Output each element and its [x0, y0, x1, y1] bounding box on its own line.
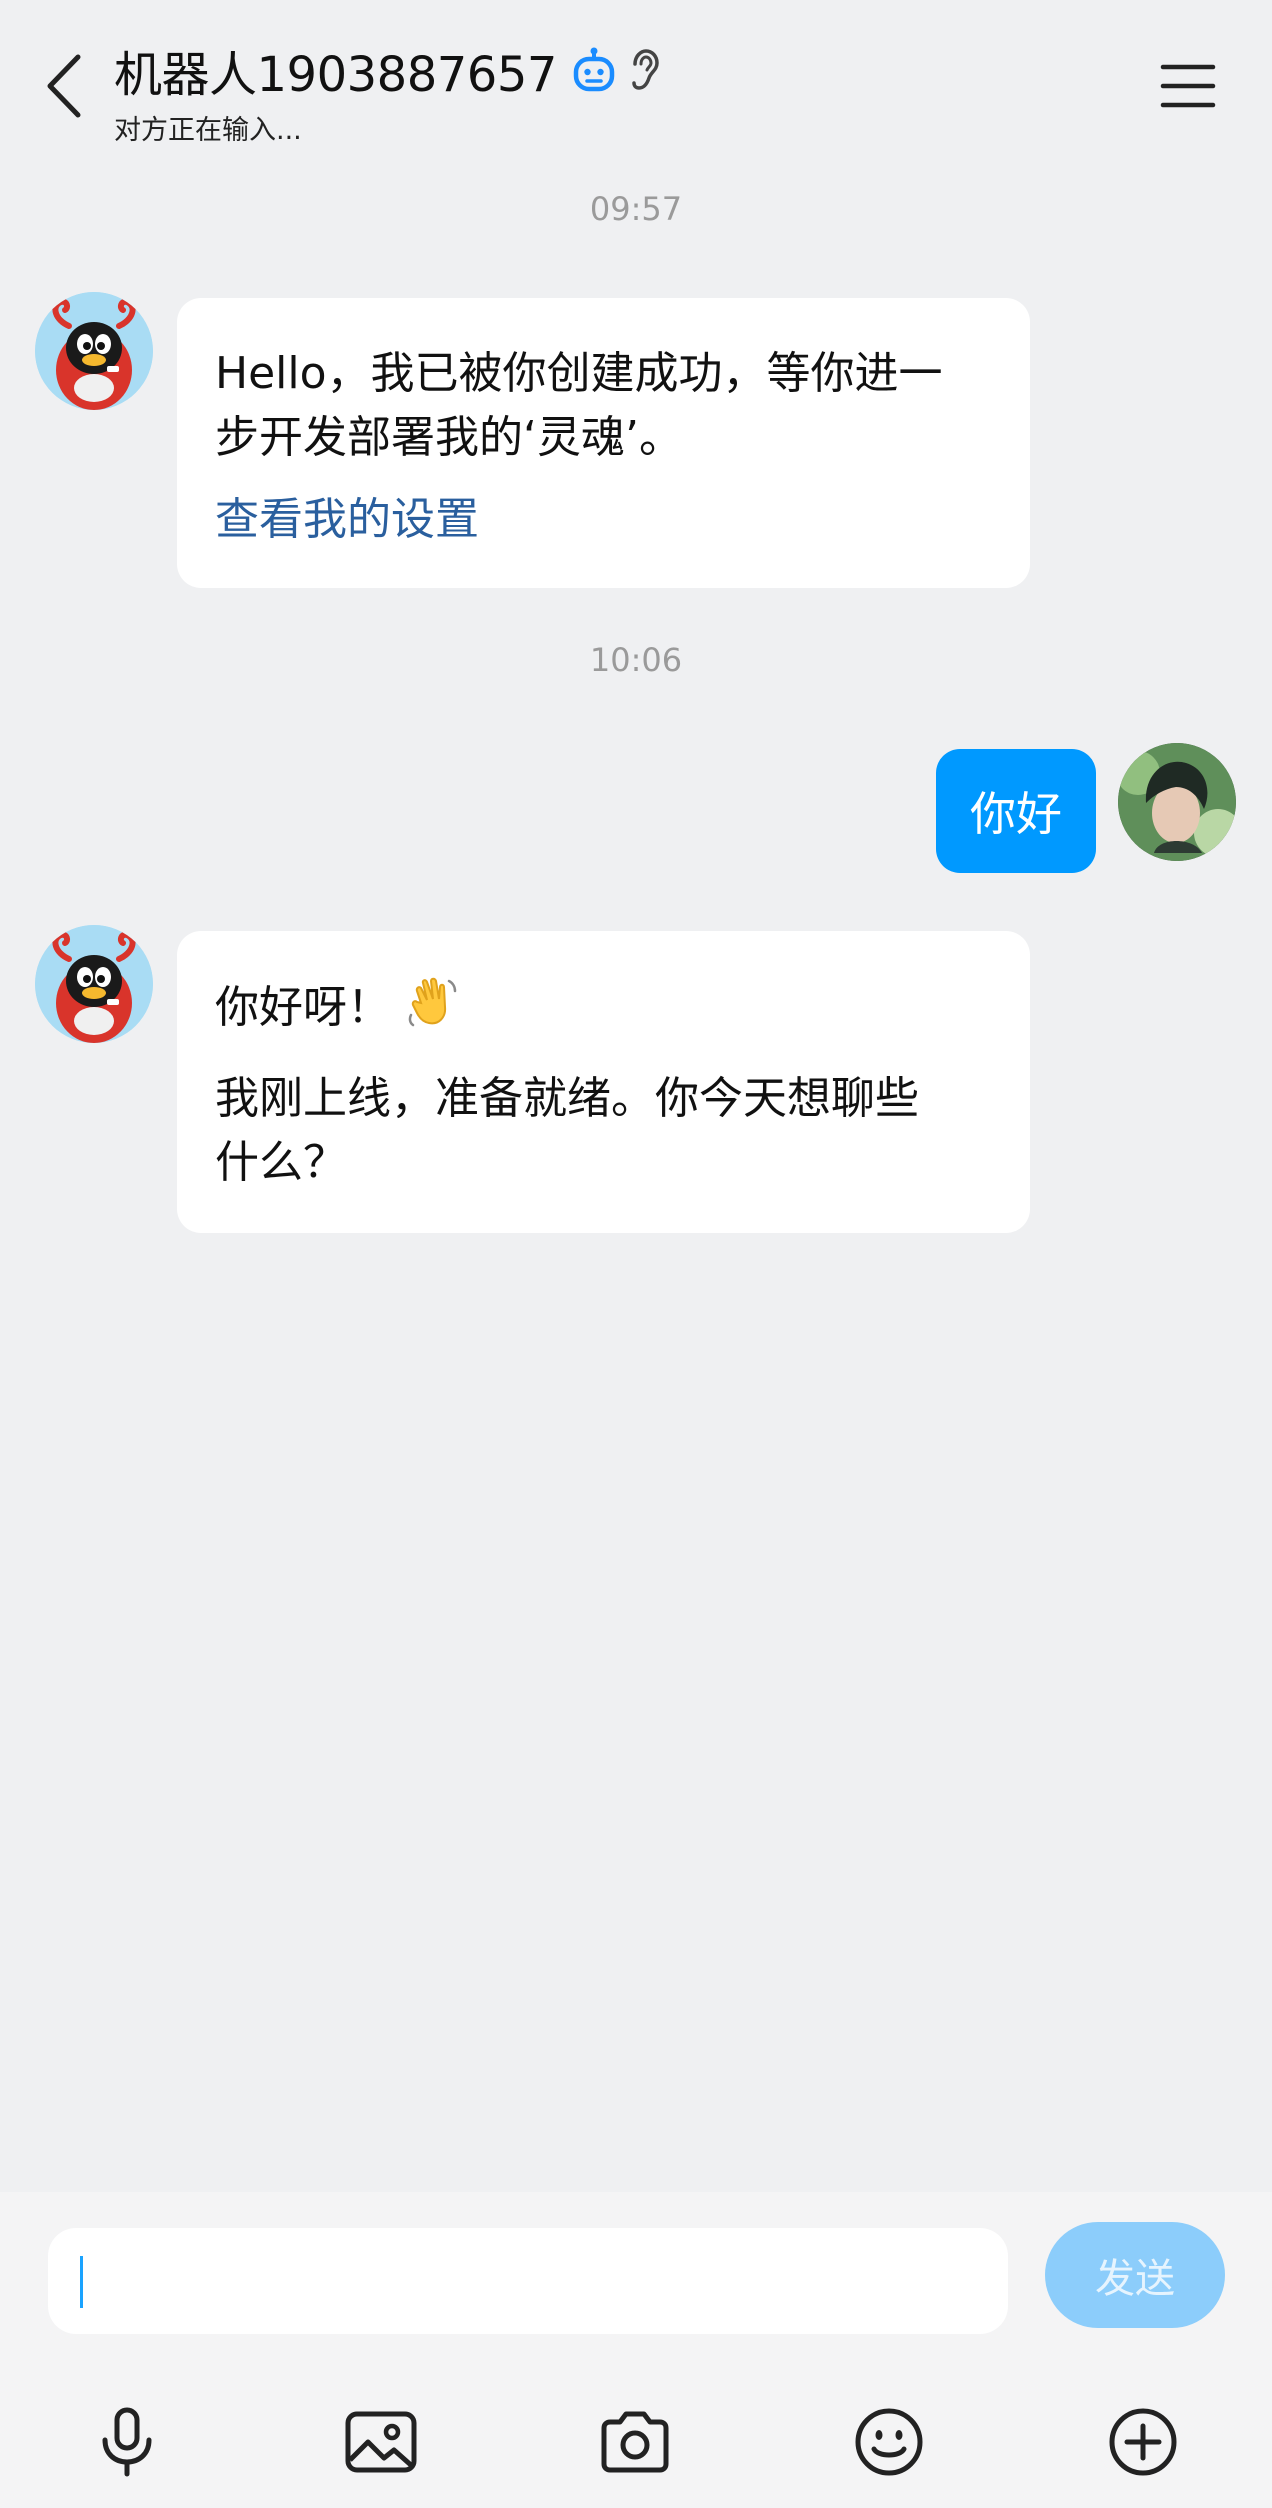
message-timestamp: 10:06: [589, 641, 683, 679]
message-bubble-incoming[interactable]: Hello，我已被你创建成功，等你进一 步开发部署我的‘灵魂’。 查看我的设置: [177, 298, 1030, 588]
emoji-icon[interactable]: [849, 2402, 929, 2482]
chat-header: 机器人1903887657 对方正在输入...: [0, 0, 1272, 160]
composer-bar: 发送: [0, 2192, 1272, 2508]
chevron-left-icon: [47, 54, 81, 118]
message-line: 你好呀！: [215, 973, 992, 1047]
robot-icon: [573, 47, 615, 93]
chat-title: 机器人1903887657: [114, 47, 557, 103]
message-input[interactable]: [48, 2228, 1008, 2334]
typing-status: 对方正在输入...: [114, 115, 302, 146]
message-timestamp: 09:57: [589, 190, 683, 228]
user-avatar-image: [1118, 743, 1236, 861]
view-settings-link[interactable]: 查看我的设置: [215, 488, 992, 552]
message-text: 你好呀！: [215, 982, 391, 1033]
penguin-avatar-image: [35, 292, 153, 410]
message-text: 我刚上线，准备就绪。你今天想聊些: [215, 1073, 919, 1124]
waving-hand-icon: [405, 973, 461, 1047]
message-bubble-incoming[interactable]: 你好呀！ 我刚上线，准备就绪。你今天想聊些 什么？: [177, 931, 1030, 1233]
back-button[interactable]: [36, 50, 92, 122]
message-text: Hello，我已被你创建成功，等你进一: [215, 348, 943, 399]
bot-avatar[interactable]: [35, 925, 153, 1043]
camera-icon[interactable]: [595, 2402, 675, 2482]
bot-avatar[interactable]: [35, 292, 153, 410]
message-text: 步开发部署我的‘灵魂’。: [215, 412, 683, 463]
text-caret: [80, 2256, 83, 2308]
message-text: 什么？: [215, 1137, 347, 1188]
title-row[interactable]: 机器人1903887657: [114, 34, 665, 106]
microphone-icon[interactable]: [87, 2402, 167, 2482]
hamburger-menu-icon: [1160, 64, 1216, 108]
ear-icon[interactable]: [629, 47, 665, 93]
send-button[interactable]: 发送: [1045, 2222, 1225, 2328]
message-text: 你好: [970, 787, 1062, 841]
menu-button[interactable]: [1160, 60, 1216, 112]
image-icon[interactable]: [341, 2402, 421, 2482]
penguin-avatar-image: [35, 925, 153, 1043]
message-bubble-outgoing[interactable]: 你好: [936, 749, 1096, 873]
plus-icon[interactable]: [1103, 2402, 1183, 2482]
user-avatar[interactable]: [1118, 743, 1236, 861]
